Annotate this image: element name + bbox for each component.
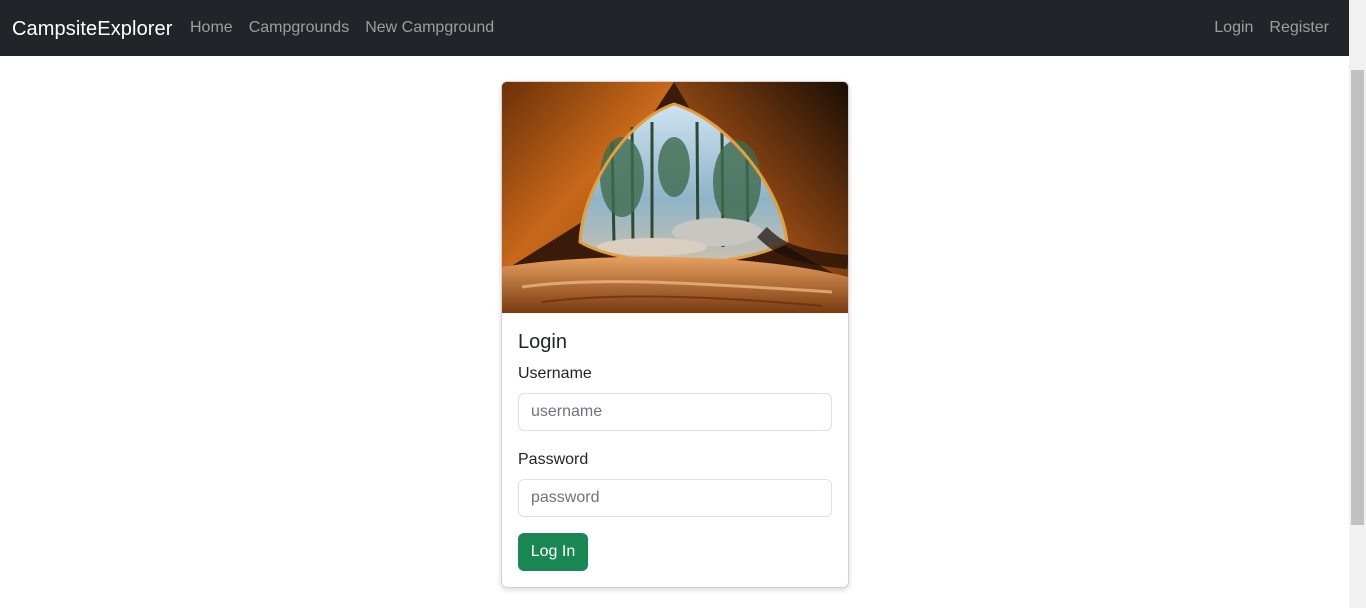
login-form: Login Username Password Log In bbox=[518, 327, 832, 571]
tent-image bbox=[502, 82, 848, 313]
login-title: Login bbox=[518, 331, 567, 353]
nav-register-link[interactable]: Register bbox=[1269, 18, 1329, 38]
password-input[interactable] bbox=[518, 479, 832, 517]
top-navbar: CampsiteExplorer Home Campgrounds New Ca… bbox=[0, 0, 1349, 56]
password-label: Password bbox=[518, 451, 589, 468]
page-scrollbar[interactable] bbox=[1349, 0, 1366, 608]
nav-links-right: Login Register bbox=[1198, 18, 1329, 38]
login-card: Login Username Password Log In bbox=[501, 81, 849, 588]
login-button[interactable]: Log In bbox=[518, 533, 588, 571]
nav-new-campground-link[interactable]: New Campground bbox=[365, 18, 494, 38]
scrollbar-thumb[interactable] bbox=[1351, 70, 1364, 525]
username-label: Username bbox=[518, 365, 592, 382]
nav-home-link[interactable]: Home bbox=[190, 18, 233, 38]
nav-links-left: Home Campgrounds New Campground bbox=[190, 18, 510, 38]
nav-login-link[interactable]: Login bbox=[1214, 18, 1253, 38]
username-input[interactable] bbox=[518, 393, 832, 431]
nav-campgrounds-link[interactable]: Campgrounds bbox=[249, 18, 350, 38]
brand-link[interactable]: CampsiteExplorer bbox=[12, 15, 173, 43]
